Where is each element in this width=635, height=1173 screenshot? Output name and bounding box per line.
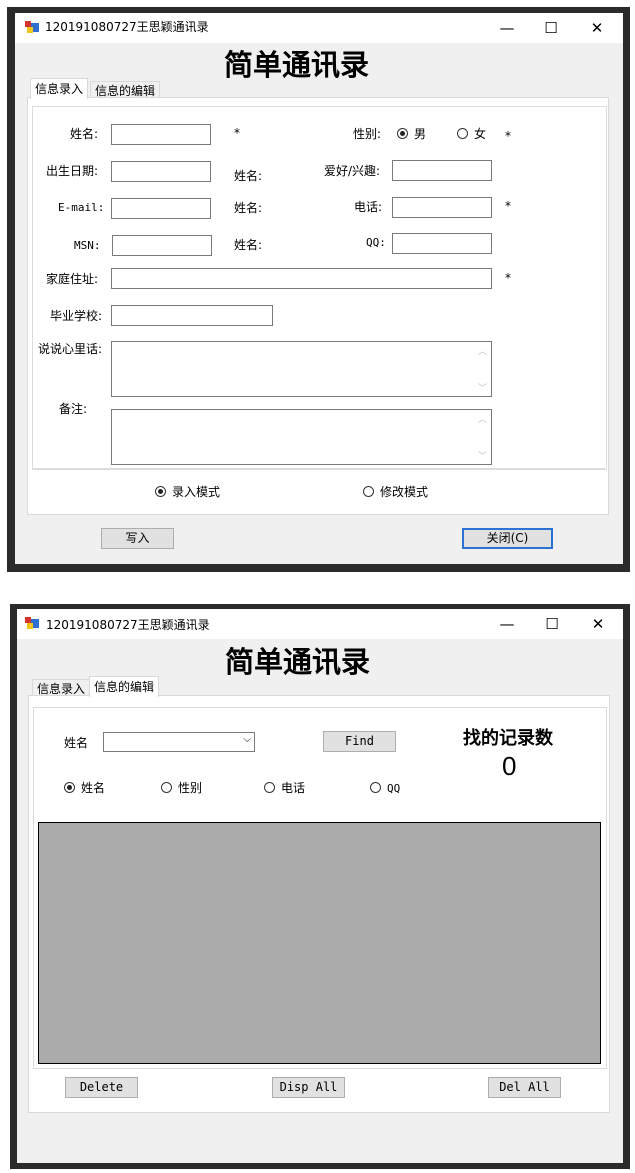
scroll-down-icon[interactable]: ﹀ bbox=[478, 449, 487, 462]
name-required-mark: * bbox=[234, 126, 240, 140]
window-title: 120191080727王思颖通讯录 bbox=[46, 618, 210, 632]
school-label: 毕业学校: bbox=[50, 309, 103, 323]
scroll-down-icon[interactable]: ﹀ bbox=[478, 381, 487, 394]
qq-input[interactable] bbox=[392, 233, 492, 254]
page-title: 简单通讯录 bbox=[224, 48, 370, 82]
phone-required-mark: * bbox=[505, 199, 511, 213]
scroll-up-icon[interactable]: ︿ bbox=[478, 412, 487, 425]
chevron-down-icon[interactable]: ⌵ bbox=[243, 734, 251, 745]
birth-suffix-label: 姓名: bbox=[234, 169, 263, 183]
criteria-qq-label[interactable]: QQ bbox=[387, 781, 400, 797]
criteria-name-radio[interactable] bbox=[64, 782, 75, 793]
close-window-button[interactable]: ✕ bbox=[575, 609, 621, 639]
edit-mode-label[interactable]: 修改模式 bbox=[380, 484, 428, 500]
school-input[interactable] bbox=[111, 305, 273, 326]
records-data-grid[interactable] bbox=[38, 822, 601, 1064]
address-required-mark: * bbox=[505, 271, 511, 285]
gender-male-radio[interactable] bbox=[397, 128, 408, 139]
minimize-button[interactable]: — bbox=[484, 609, 530, 639]
criteria-qq-radio[interactable] bbox=[370, 782, 381, 793]
entry-mode-radio[interactable] bbox=[155, 486, 166, 497]
criteria-name-label[interactable]: 姓名 bbox=[81, 780, 105, 796]
tab-info-entry[interactable]: 信息录入 bbox=[30, 78, 89, 99]
criteria-gender-radio[interactable] bbox=[161, 782, 172, 793]
heart-words-label: 说说心里话: bbox=[38, 342, 103, 356]
entry-mode-label[interactable]: 录入模式 bbox=[172, 484, 220, 500]
find-button[interactable]: Find bbox=[323, 731, 396, 752]
address-input[interactable] bbox=[111, 268, 492, 289]
page-title: 简单通讯录 bbox=[225, 645, 371, 679]
msn-suffix-label: 姓名: bbox=[234, 238, 263, 252]
heart-words-scrollbar[interactable]: ︿ ﹀ bbox=[474, 342, 491, 396]
msn-label: MSN: bbox=[74, 239, 101, 252]
record-count-value: 0 bbox=[502, 751, 517, 781]
gender-female-radio[interactable] bbox=[457, 128, 468, 139]
phone-label: 电话: bbox=[354, 200, 383, 214]
tab-info-edit[interactable]: 信息的编辑 bbox=[89, 676, 160, 697]
email-suffix-label: 姓名: bbox=[234, 201, 263, 215]
write-button[interactable]: 写入 bbox=[101, 528, 174, 549]
heart-words-textarea[interactable]: ︿ ﹀ bbox=[111, 341, 492, 397]
search-field-label: 姓名 bbox=[64, 736, 89, 750]
birth-input[interactable] bbox=[111, 161, 211, 182]
name-combobox[interactable]: ⌵ bbox=[103, 732, 255, 752]
address-label: 家庭住址: bbox=[46, 272, 99, 286]
scroll-up-icon[interactable]: ︿ bbox=[478, 344, 487, 357]
close-button[interactable]: 关闭(C) bbox=[462, 528, 553, 549]
disp-all-button[interactable]: Disp All bbox=[272, 1077, 345, 1098]
notes-textarea[interactable]: ︿ ﹀ bbox=[111, 409, 492, 465]
edit-mode-radio[interactable] bbox=[363, 486, 374, 497]
phone-input[interactable] bbox=[392, 197, 492, 218]
gender-male-label[interactable]: 男 bbox=[414, 126, 426, 142]
form-divider bbox=[32, 468, 605, 469]
gender-label: 性别: bbox=[353, 127, 382, 141]
name-input[interactable] bbox=[111, 124, 211, 145]
gender-required-mark: * bbox=[505, 129, 511, 143]
gender-female-label[interactable]: 女 bbox=[474, 126, 486, 142]
app-icon bbox=[25, 617, 39, 629]
maximize-button[interactable]: ☐ bbox=[528, 13, 574, 43]
notes-scrollbar[interactable]: ︿ ﹀ bbox=[474, 410, 491, 464]
record-count-title: 找的记录数 bbox=[463, 728, 553, 749]
delete-button[interactable]: Delete bbox=[65, 1077, 138, 1098]
notes-label: 备注: bbox=[59, 402, 88, 416]
hobby-input[interactable] bbox=[392, 160, 492, 181]
email-label: E-mail: bbox=[58, 201, 105, 214]
criteria-gender-label[interactable]: 性别 bbox=[178, 780, 202, 796]
criteria-phone-label[interactable]: 电话 bbox=[281, 780, 305, 796]
window-title: 120191080727王思颖通讯录 bbox=[45, 20, 209, 34]
msn-input[interactable] bbox=[112, 235, 212, 256]
hobby-label: 爱好/兴趣: bbox=[324, 164, 381, 178]
del-all-button[interactable]: Del All bbox=[488, 1077, 561, 1098]
qq-label: QQ: bbox=[366, 236, 386, 249]
birth-label: 出生日期: bbox=[46, 164, 99, 178]
minimize-button[interactable]: — bbox=[484, 13, 530, 43]
maximize-button[interactable]: ☐ bbox=[529, 609, 575, 639]
email-input[interactable] bbox=[111, 198, 211, 219]
app-icon bbox=[25, 21, 39, 33]
name-label: 姓名: bbox=[70, 127, 99, 141]
close-window-button[interactable]: ✕ bbox=[574, 13, 620, 43]
criteria-phone-radio[interactable] bbox=[264, 782, 275, 793]
